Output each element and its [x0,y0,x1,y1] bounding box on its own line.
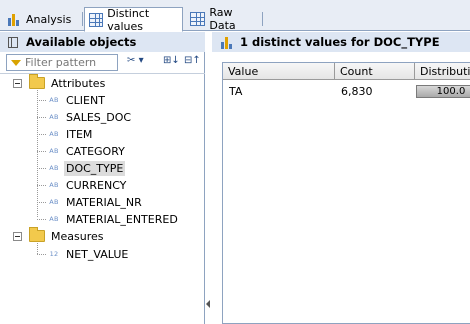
tree-item-label: MATERIAL_NR [66,195,142,209]
filter-placeholder: Filter pattern [25,56,97,69]
folder-icon [29,74,45,89]
collapse-all-button[interactable]: ⊟↑ [184,55,201,70]
panel-header: 1 distinct values for DOC_TYPE [212,32,470,52]
tree-item-currency[interactable]: AB CURRENCY [47,177,126,193]
available-objects-panel: Available objects Filter pattern ✂ ▾ ⊞↓ … [0,32,205,324]
tab-label: Raw Data [209,6,236,32]
column-header-distribution[interactable]: Distribution [415,63,470,80]
tree-connector [37,168,46,169]
cell-value[interactable]: TA [223,83,335,100]
distinct-values-panel: 1 distinct values for DOC_TYPE Value Cou… [212,32,470,324]
distinct-values-table: Value Count Distribution TA 6,830 100.0 [222,62,470,324]
tree-connector [37,117,46,118]
tree-item-label: CATEGORY [66,144,125,158]
tree-item-label: ITEM [66,127,93,141]
tab-analysis[interactable]: Analysis [2,7,80,31]
column-header-value[interactable]: Value [223,63,335,80]
tree-connector [37,185,46,186]
numeric-type-icon: 12 [49,250,59,258]
distribution-bar: 100.0 [416,85,470,98]
tree-item-sales-doc[interactable]: AB SALES_DOC [47,109,131,125]
text-type-icon: AB [49,147,59,155]
tab-label: Analysis [26,12,72,26]
tree-item-label: MATERIAL_ENTERED [66,212,178,226]
panel-title: Available objects [26,35,137,49]
tree-connector [37,100,46,101]
text-type-icon: AB [49,113,59,121]
cell-count[interactable]: 6,830 [335,83,415,100]
text-type-icon: AB [49,164,59,172]
tree-item-client[interactable]: AB CLIENT [47,92,105,108]
text-type-icon: AB [49,215,59,223]
folder-label: Measures [51,229,104,243]
panel-header: Available objects [0,32,205,52]
tab-label: Distinct values [107,6,150,33]
tools-dropdown-button[interactable]: ✂ ▾ [127,55,144,70]
tree-item-material-entered[interactable]: AB MATERIAL_ENTERED [47,211,178,227]
tree-item-item[interactable]: AB ITEM [47,126,92,142]
tree-connector [37,90,38,217]
tab-raw-data[interactable]: Raw Data [186,6,264,32]
tree-item-label: NET_VALUE [66,247,129,261]
tree-folder-attributes[interactable]: Attributes [29,74,106,91]
tab-separator [262,12,263,26]
tree-connector [37,134,46,135]
tree-item-label: CLIENT [66,93,105,107]
tab-separator [82,12,83,26]
tree-folder-measures[interactable]: Measures [29,227,104,244]
tree-connector [37,254,46,255]
tree-item-material-nr[interactable]: AB MATERIAL_NR [47,194,142,210]
tree-connector [37,151,46,152]
grid-icon [89,12,104,27]
collapse-measures-icon[interactable] [13,232,22,241]
distribution-label: 100.0 [436,86,466,97]
collapse-panel-icon[interactable] [8,36,18,48]
tree-item-label: CURRENCY [66,178,127,192]
tree-connector [37,243,38,254]
tree-item-category[interactable]: AB CATEGORY [47,143,125,159]
tab-strip: Analysis Distinct values Raw Data [0,0,470,33]
bar-chart-icon [6,12,22,26]
text-type-icon: AB [49,198,59,206]
tree-item-net-value[interactable]: 12 NET_VALUE [47,246,129,262]
tab-distinct-values[interactable]: Distinct values [84,6,183,33]
objects-toolbar: Filter pattern ✂ ▾ ⊞↓ ⊟↑ [0,52,205,74]
tree-connector [37,202,46,203]
tree-item-label: SALES_DOC [66,110,132,124]
text-type-icon: AB [49,181,59,189]
filter-icon [11,59,21,66]
text-type-icon: AB [49,96,59,104]
bar-chart-icon [220,36,234,49]
panel-title: 1 distinct values for DOC_TYPE [240,35,440,49]
tree-item-doc-type[interactable]: AB DOC_TYPE [47,160,126,176]
expand-all-button[interactable]: ⊞↓ [163,55,180,70]
collapse-attributes-icon[interactable] [13,79,22,88]
text-type-icon: AB [49,130,59,138]
column-header-count[interactable]: Count [335,63,415,80]
panel-collapse-arrow-icon[interactable] [206,300,210,308]
folder-label: Attributes [51,76,106,90]
table-icon [190,12,206,26]
folder-icon [29,227,45,242]
tree-item-label: DOC_TYPE [64,160,126,176]
filter-input[interactable]: Filter pattern [6,54,118,71]
tree-connector [37,219,46,220]
